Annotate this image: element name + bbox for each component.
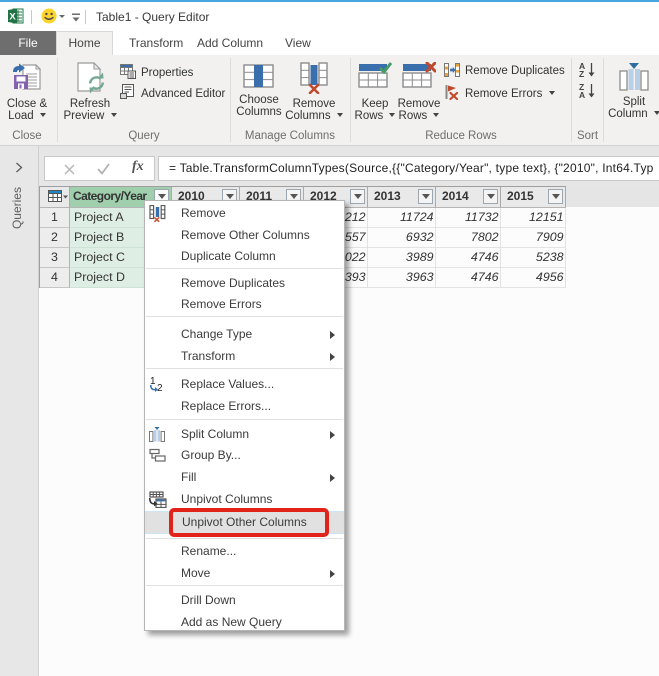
svg-text:Z: Z	[579, 69, 584, 77]
svg-text:X: X	[9, 12, 16, 23]
svg-text:A: A	[579, 90, 585, 98]
svg-text:2: 2	[157, 383, 163, 393]
